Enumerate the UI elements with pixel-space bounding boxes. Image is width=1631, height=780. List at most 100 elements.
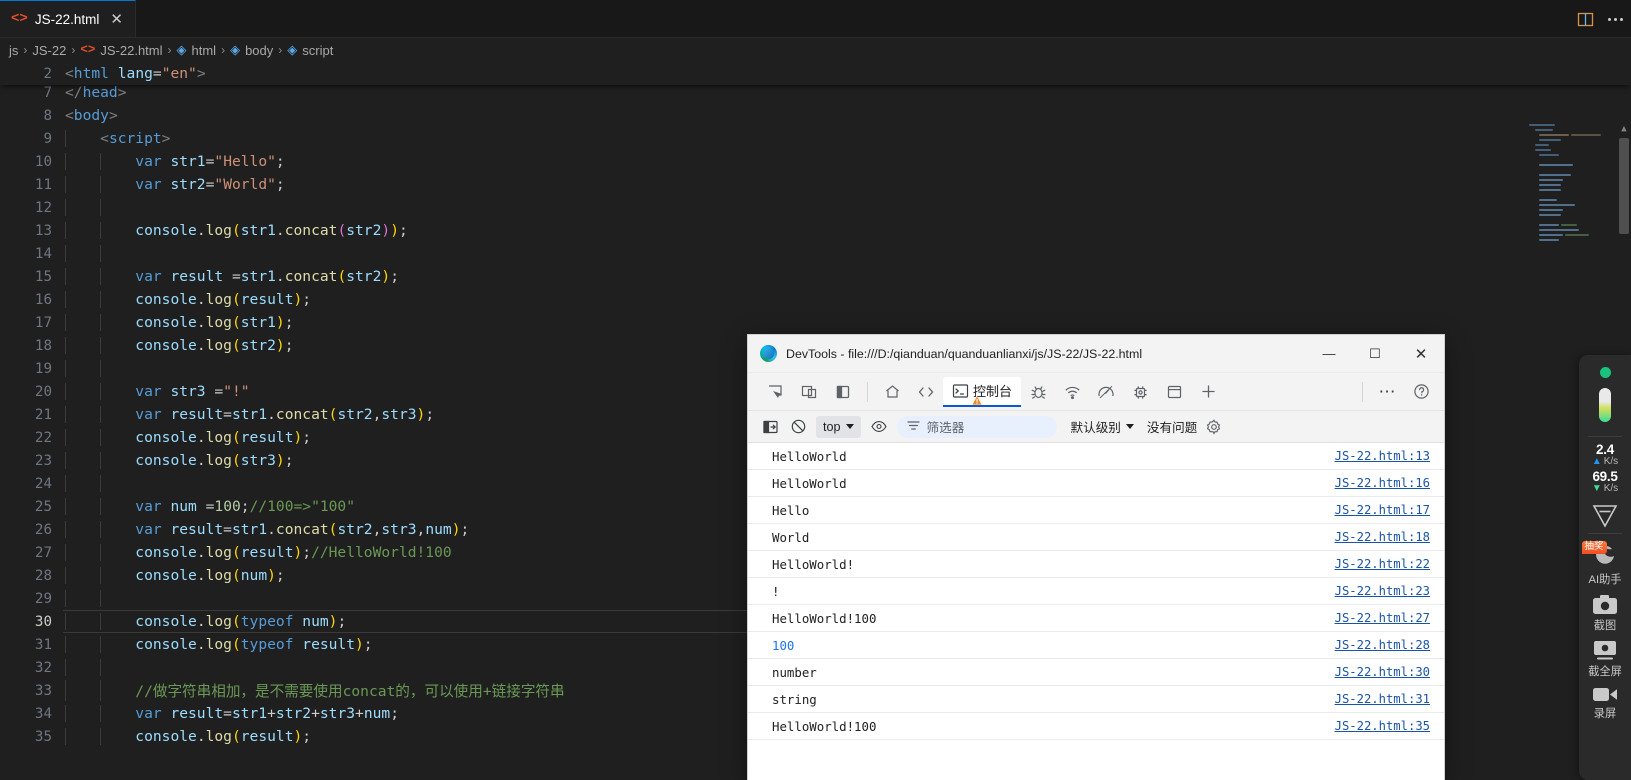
console-filter-input[interactable]: 筛选器: [896, 415, 1057, 438]
code-line: console.log(typeof result);: [52, 636, 373, 653]
more-actions-icon[interactable]: [1608, 17, 1623, 21]
code-line: console.log(str1.concat(str2));: [52, 222, 408, 239]
html5-icon: <>: [11, 11, 28, 27]
console-log-row[interactable]: HelloWorld!100 JS-22.html:35: [748, 713, 1444, 740]
devtools-titlebar[interactable]: DevTools - file:///D:/qianduan/quanduanl…: [748, 335, 1444, 373]
breadcrumb-label: js: [9, 42, 19, 58]
log-message: number: [772, 664, 817, 680]
breadcrumb-item-file[interactable]: <> JS-22.html: [76, 43, 166, 58]
log-source-link[interactable]: JS-22.html:18: [1335, 530, 1430, 544]
console-log-row[interactable]: World JS-22.html:18: [748, 524, 1444, 551]
security-shield-icon[interactable]: [1591, 503, 1619, 529]
device-toolbar-icon[interactable]: [792, 377, 826, 407]
breadcrumb-item-js22[interactable]: JS-22: [28, 43, 70, 58]
log-source-link[interactable]: JS-22.html:31: [1335, 692, 1430, 706]
editor-minimap[interactable]: [1529, 124, 1617, 249]
sources-debugger-icon[interactable]: [1021, 377, 1055, 407]
console-log-row[interactable]: Hello JS-22.html:17: [748, 497, 1444, 524]
maximize-button[interactable]: ☐: [1352, 335, 1398, 373]
clear-console-icon[interactable]: [784, 415, 812, 439]
floatbar-item-screenshot[interactable]: 截图: [1592, 594, 1618, 633]
breadcrumb-item-script[interactable]: ◈ script: [283, 42, 337, 58]
console-log-row[interactable]: HelloWorld JS-22.html:16: [748, 470, 1444, 497]
console-log-row[interactable]: 100 JS-22.html:28: [748, 632, 1444, 659]
line-number: 24: [34, 475, 52, 492]
divider: [1588, 533, 1622, 535]
more-tabs-plus-icon[interactable]: [1191, 377, 1225, 407]
console-log-row[interactable]: ! JS-22.html:23: [748, 578, 1444, 605]
execution-context-select[interactable]: top: [816, 415, 861, 438]
floatbar-item-label: 截全屏: [1588, 666, 1622, 679]
log-message: 100: [772, 637, 795, 653]
inspect-element-icon[interactable]: [758, 377, 792, 407]
log-source-link[interactable]: JS-22.html:30: [1335, 665, 1430, 679]
split-editor-icon[interactable]: [1577, 12, 1594, 27]
log-source-link[interactable]: JS-22.html:23: [1335, 584, 1430, 598]
network-icon[interactable]: [1055, 377, 1089, 407]
console-log-row[interactable]: number JS-22.html:30: [748, 659, 1444, 686]
editor-row: 16 console.log(result);: [0, 288, 1631, 311]
floatbar-item-fullscreen-capture[interactable]: 截全屏: [1588, 640, 1622, 679]
editor-tab-js22[interactable]: <> JS-22.html ✕: [0, 0, 136, 37]
chevron-down-icon: [845, 424, 854, 429]
elements-icon[interactable]: [909, 377, 943, 407]
upload-value: 2.4: [1596, 442, 1614, 457]
line-number: 16: [34, 291, 52, 308]
fullscreen-capture-icon: [1592, 640, 1618, 661]
help-icon[interactable]: [1404, 377, 1438, 407]
resource-meter[interactable]: [1599, 388, 1611, 422]
line-number: 31: [34, 636, 52, 653]
log-source-link[interactable]: JS-22.html:16: [1335, 476, 1430, 490]
console-log-row[interactable]: HelloWorld JS-22.html:13: [748, 443, 1444, 470]
code-line: console.log(num);: [52, 567, 285, 584]
breadcrumb-item-html[interactable]: ◈ html: [173, 42, 221, 58]
breadcrumb-label: JS-22.html: [100, 42, 163, 58]
log-level-select[interactable]: 默认级别: [1071, 417, 1134, 436]
minimize-button[interactable]: —: [1306, 335, 1352, 373]
line-number: 13: [34, 222, 52, 239]
toolbar-divider: [867, 381, 868, 402]
welcome-home-icon[interactable]: [875, 377, 909, 407]
line-number: 29: [34, 590, 52, 607]
log-source-link[interactable]: JS-22.html:27: [1335, 611, 1430, 625]
close-icon[interactable]: ✕: [110, 12, 123, 27]
floatbar-item-ai-assistant[interactable]: 抽奖 AI助手: [1581, 541, 1621, 587]
log-source-link[interactable]: JS-22.html:13: [1335, 449, 1430, 463]
divider: [1588, 436, 1622, 437]
close-button[interactable]: ✕: [1398, 335, 1444, 373]
breadcrumb-item-js[interactable]: js: [5, 43, 22, 58]
console-sidebar-icon[interactable]: [756, 415, 784, 439]
code-line: <html lang="en">: [65, 65, 206, 82]
live-expression-icon[interactable]: [865, 415, 893, 439]
line-number: 2: [43, 65, 52, 82]
settings-gear-icon[interactable]: [1206, 418, 1222, 435]
console-log-row[interactable]: HelloWorld! JS-22.html:22: [748, 551, 1444, 578]
performance-icon[interactable]: [1089, 377, 1123, 407]
dock-side-icon[interactable]: [826, 377, 860, 407]
log-message: Hello: [772, 502, 810, 518]
floatbar-item-screen-record[interactable]: 录屏: [1592, 686, 1618, 721]
code-line: console.log(result);: [52, 429, 311, 446]
more-tools-icon[interactable]: ⋯: [1370, 377, 1404, 407]
console-log-row[interactable]: string JS-22.html:31: [748, 686, 1444, 713]
tab-console[interactable]: 控制台: [943, 376, 1022, 407]
editor-scrollbar-thumb[interactable]: [1619, 138, 1629, 234]
console-log-list[interactable]: HelloWorld JS-22.html:13 HelloWorld JS-2…: [748, 443, 1444, 780]
log-source-link[interactable]: JS-22.html:17: [1335, 503, 1430, 517]
application-icon[interactable]: [1123, 377, 1157, 407]
console-log-row[interactable]: HelloWorld!100 JS-22.html:27: [748, 605, 1444, 632]
log-message: string: [772, 691, 817, 707]
breadcrumb-item-body[interactable]: ◈ body: [226, 42, 277, 58]
code-line: console.log(typeof num);: [52, 613, 346, 630]
code-line: [52, 659, 101, 676]
layers-icon[interactable]: [1157, 377, 1191, 407]
code-line: [52, 590, 101, 607]
log-source-link[interactable]: JS-22.html:35: [1335, 719, 1430, 733]
issues-status[interactable]: 没有问题: [1147, 417, 1197, 436]
line-number: 27: [34, 544, 52, 561]
symbol-cube-icon: ◈: [230, 42, 241, 57]
log-source-link[interactable]: JS-22.html:28: [1335, 638, 1430, 652]
scroll-up-arrow[interactable]: ▲: [1619, 124, 1629, 134]
download-unit: K/s: [1603, 482, 1619, 494]
log-source-link[interactable]: JS-22.html:22: [1335, 557, 1430, 571]
